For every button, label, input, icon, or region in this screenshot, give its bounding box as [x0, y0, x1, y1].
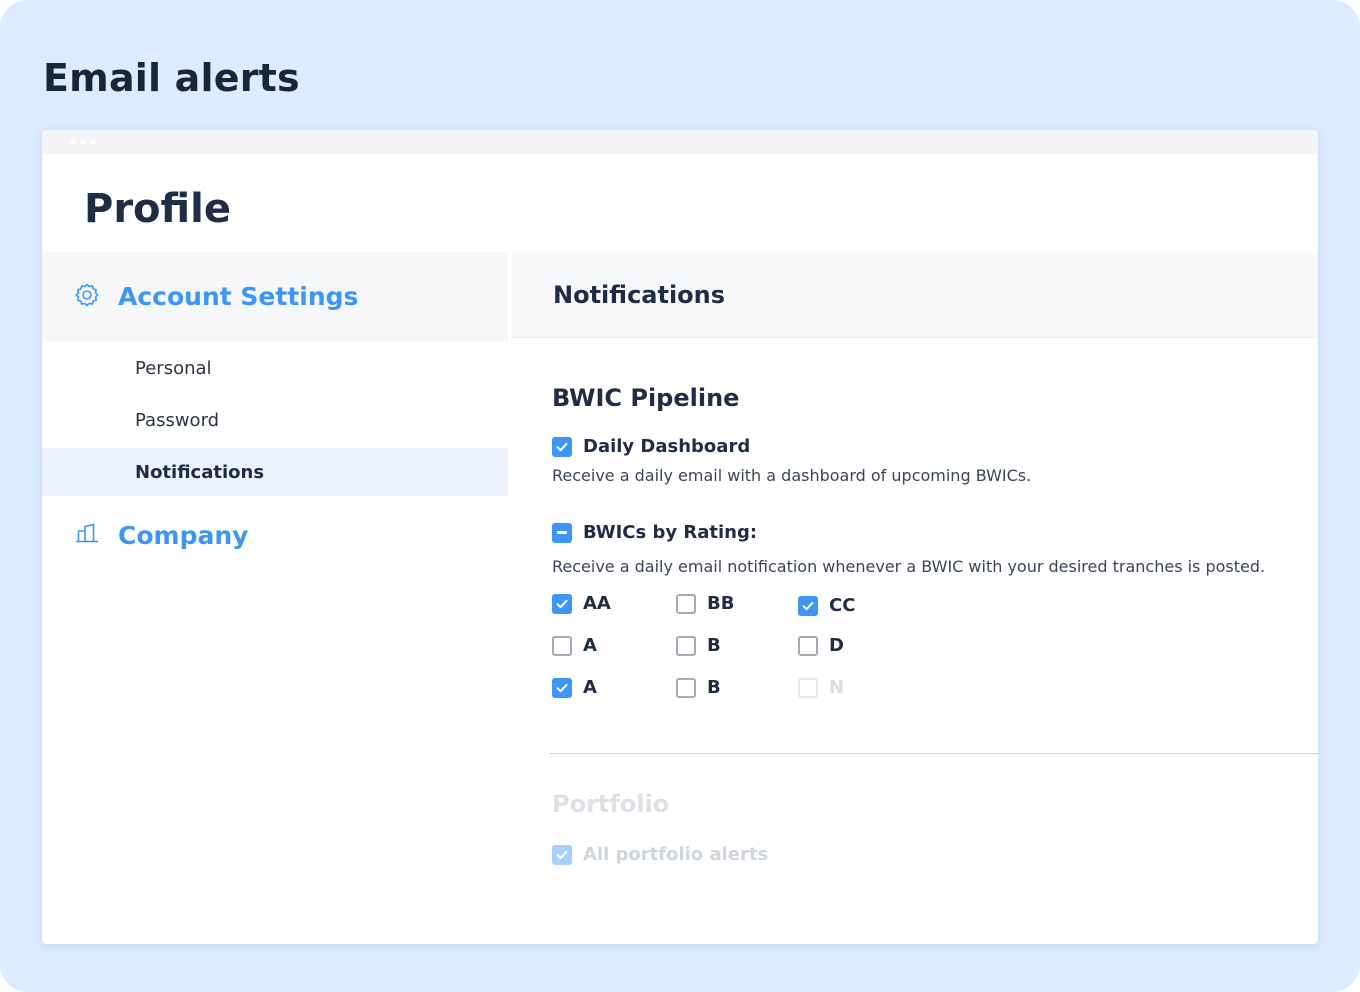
- window-titlebar: [42, 130, 1318, 154]
- rating-checkbox-n: [798, 677, 818, 698]
- portfolio-title: Portfolio: [552, 790, 670, 818]
- gear-icon: [74, 282, 100, 312]
- all-portfolio-alerts-checkbox: [552, 844, 572, 865]
- daily-dashboard-checkbox[interactable]: [552, 436, 572, 457]
- rating-label: A: [583, 635, 597, 656]
- window-dot: [80, 139, 86, 145]
- background-frame: Email alerts Profile Account Settings Pe…: [0, 0, 1360, 992]
- app-window: Profile Account Settings Personal Passwo…: [42, 130, 1318, 944]
- check-icon: [802, 601, 814, 610]
- rating-checkbox-b[interactable]: [676, 635, 696, 656]
- bwics-by-rating-label: BWICs by Rating:: [583, 522, 758, 543]
- rating-label: A: [583, 677, 597, 698]
- rating-label: AA: [583, 593, 611, 614]
- rating-option-cc[interactable]: CC: [798, 595, 855, 616]
- bwics-by-rating-description: Receive a daily email notification whene…: [552, 557, 1266, 576]
- all-portfolio-alerts-option: All portfolio alerts: [552, 844, 768, 865]
- window-dot: [90, 139, 96, 145]
- minus-icon: [557, 531, 567, 534]
- rating-label: BB: [707, 593, 735, 614]
- notifications-header: Notifications: [511, 252, 1318, 338]
- bwics-by-rating-checkbox[interactable]: [552, 522, 572, 543]
- daily-dashboard-option[interactable]: Daily Dashboard: [552, 436, 750, 457]
- rating-option-b[interactable]: B: [676, 635, 721, 656]
- rating-option-aa[interactable]: AA: [552, 593, 611, 614]
- rating-checkbox-d[interactable]: [798, 635, 818, 656]
- window-dot: [70, 139, 76, 145]
- rating-label: B: [707, 677, 721, 698]
- rating-option-bb[interactable]: BB: [676, 593, 734, 614]
- all-portfolio-alerts-label: All portfolio alerts: [583, 844, 769, 865]
- rating-label: N: [829, 677, 845, 698]
- sidebar-section-account-settings[interactable]: Account Settings: [42, 252, 508, 341]
- check-icon: [556, 599, 568, 608]
- rating-option-d[interactable]: D: [798, 635, 844, 656]
- check-icon: [556, 850, 568, 859]
- rating-label: CC: [829, 595, 856, 616]
- check-icon: [556, 442, 568, 451]
- bwic-pipeline-title: BWIC Pipeline: [552, 384, 740, 412]
- bwics-by-rating-option[interactable]: BWICs by Rating:: [552, 522, 757, 543]
- sidebar-item-notifications[interactable]: Notifications: [42, 448, 508, 496]
- window-controls: [70, 139, 96, 145]
- rating-checkbox-a-2[interactable]: [552, 677, 572, 698]
- rating-label: D: [829, 635, 844, 656]
- account-settings-label: Account Settings: [118, 282, 359, 311]
- rating-option-a[interactable]: A: [552, 635, 597, 656]
- page-title: Profile: [84, 186, 232, 232]
- daily-dashboard-description: Receive a daily email with a dashboard o…: [552, 466, 1032, 485]
- company-label: Company: [118, 520, 249, 550]
- rating-checkbox-aa[interactable]: [552, 593, 572, 614]
- rating-option-b-2[interactable]: B: [676, 677, 721, 698]
- sidebar-item-password[interactable]: Password: [42, 396, 508, 444]
- sidebar-item-personal[interactable]: Personal: [42, 344, 508, 392]
- daily-dashboard-label: Daily Dashboard: [583, 436, 751, 457]
- check-icon: [556, 683, 568, 692]
- section-divider: [549, 753, 1318, 754]
- rating-checkbox-bb[interactable]: [676, 593, 696, 614]
- sidebar-section-company[interactable]: Company: [74, 520, 248, 550]
- rating-checkbox-b-2[interactable]: [676, 677, 696, 698]
- building-icon: [74, 520, 100, 550]
- rating-checkbox-a[interactable]: [552, 635, 572, 656]
- rating-checkbox-cc[interactable]: [798, 595, 818, 616]
- page-heading: Email alerts: [43, 56, 300, 100]
- rating-label: B: [707, 635, 721, 656]
- rating-option-n: N: [798, 677, 844, 698]
- rating-option-a-2[interactable]: A: [552, 677, 597, 698]
